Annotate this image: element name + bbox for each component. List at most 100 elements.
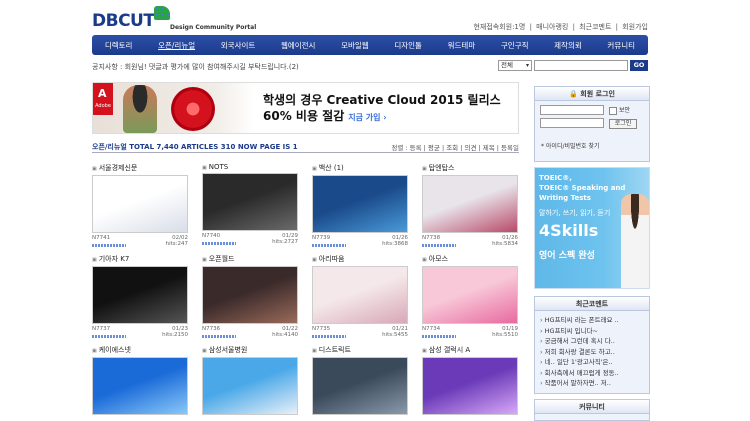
article-count: 오픈/리뉴얼 TOTAL 7,440 ARTICLES 310 NOW PAGE… — [92, 143, 298, 151]
top-link-signup[interactable]: 회원가입 — [622, 23, 648, 31]
notice-text[interactable]: 공지사항 : 회원님! 댓글과 평가에 많이 참여해주시길 부탁드립니다.(2) — [92, 62, 299, 72]
article-hits: hits:2150 — [162, 332, 188, 338]
recent-comment-item[interactable]: 네.. 일단 1'광고사직'은.. — [540, 357, 644, 368]
adobe-banner[interactable]: Adobe 학생의 경우 Creative Cloud 2015 릴리스 60%… — [92, 82, 519, 134]
search-scope-select[interactable]: 전체 — [498, 60, 532, 71]
search-go-button[interactable]: GO — [630, 60, 648, 71]
nav-item-foreign-sites[interactable]: 외국사이트 — [217, 38, 260, 53]
article-thumbnail[interactable] — [92, 175, 188, 233]
community-box: 커뮤니티 — [534, 398, 650, 421]
article-stats: hits:3868 — [312, 241, 408, 247]
article-card[interactable]: 서울경제신문 N7741 02/02 hits:247 — [92, 163, 188, 247]
nav-item-open-renewal[interactable]: 오픈/리뉴얼 — [154, 38, 199, 53]
rating-bar — [312, 243, 346, 247]
nav-item-design-tools[interactable]: 디자인툴 — [390, 38, 426, 53]
toeic-ad-banner[interactable]: TOEIC®, TOEIC® Speaking and Writing Test… — [534, 167, 650, 289]
nav-item-requests[interactable]: 제작의뢰 — [550, 38, 586, 53]
article-card[interactable]: 아모스 N7734 01/19 hits:5510 — [422, 254, 518, 338]
search-input[interactable] — [534, 60, 628, 71]
article-card[interactable]: 탑엔탑스 N7738 01/26 hits:5834 — [422, 163, 518, 247]
login-title: 🔒 회원 로그인 — [535, 87, 649, 101]
article-title[interactable]: 삼성 갤럭시 A — [422, 345, 518, 355]
recent-comment-item[interactable]: 회사측에서 매끄럽게 정동.. — [540, 368, 644, 379]
article-stats: hits:247 — [92, 241, 188, 247]
article-title[interactable]: 아모스 — [422, 254, 518, 264]
login-button[interactable]: 로그인 — [609, 119, 637, 129]
article-card[interactable]: 케이에스넷 — [92, 345, 188, 415]
article-card[interactable]: 백산 (1) N7739 01/26 hits:3868 — [312, 163, 408, 247]
page: DBCUT Design Community Portal 현재접속회원:1명 … — [88, 0, 650, 421]
article-title[interactable]: 디스트릭트 — [312, 345, 408, 355]
article-card[interactable]: 디스트릭트 — [312, 345, 408, 415]
article-thumbnail[interactable] — [312, 357, 408, 415]
article-title[interactable]: 탑엔탑스 — [422, 163, 518, 173]
username-field[interactable] — [540, 105, 604, 115]
recent-comment-item[interactable]: 작품어서 말하자면.. 저.. — [540, 378, 644, 389]
article-thumbnail[interactable] — [422, 175, 518, 233]
article-card[interactable]: NOTS N7740 01/29 hits:2727 — [202, 163, 298, 247]
recent-comment-item[interactable]: 저희 회사랑 결론도 하고.. — [540, 347, 644, 358]
top-links: 현재접속회원:1명 | 매니아랭킹 | 최근코멘트 | 회원가입 — [471, 22, 648, 32]
rating-bar — [422, 334, 456, 338]
nav-item-community[interactable]: 커뮤니티 — [603, 38, 639, 53]
article-title[interactable]: NOTS — [202, 163, 298, 171]
top-link-online[interactable]: 현재접속회원:1명 — [473, 23, 525, 31]
password-field[interactable] — [540, 118, 604, 128]
find-account-link[interactable]: * 아이디/비밀번호 찾기 — [541, 141, 600, 150]
rating-bar — [202, 334, 236, 338]
banner-line-1: 학생의 경우 Creative Cloud 2015 릴리스 — [263, 93, 501, 107]
article-thumbnail[interactable] — [422, 266, 518, 324]
article-title[interactable]: 서울경제신문 — [92, 163, 188, 173]
article-card[interactable]: 기아자 K7 N7737 01/23 hits:2150 — [92, 254, 188, 338]
nav-item-mobile-web[interactable]: 모바일웹 — [337, 38, 373, 53]
article-stats: hits:5455 — [312, 332, 408, 338]
sort-options[interactable]: 정렬 : 등록 | 평균 | 조회 | 의견 | 제목 | 등록일 — [391, 142, 519, 152]
list-header: 오픈/리뉴얼 TOTAL 7,440 ARTICLES 310 NOW PAGE… — [92, 139, 519, 153]
article-hits: hits:3868 — [382, 241, 408, 247]
article-thumbnail[interactable] — [312, 266, 408, 324]
banner-cta-link[interactable]: 지금 가입 › — [348, 113, 386, 122]
article-thumbnail[interactable] — [202, 357, 298, 415]
top-link-ranking[interactable]: 매니아랭킹 — [536, 23, 568, 31]
article-thumbnail[interactable] — [202, 266, 298, 324]
article-card[interactable]: 삼성 갤럭시 A — [422, 345, 518, 415]
nav-item-directory[interactable]: 디렉토리 — [101, 38, 137, 53]
logo-wordmark: DBCUT — [92, 11, 155, 31]
article-card[interactable]: 오픈월드 N7736 01/22 hits:4140 — [202, 254, 298, 338]
article-thumbnail[interactable] — [202, 173, 298, 231]
article-title[interactable]: 기아자 K7 — [92, 254, 188, 264]
article-card[interactable]: 아리따움 N7735 01/21 hits:5455 — [312, 254, 408, 338]
article-number: N7736 — [202, 326, 221, 332]
toeic-ad-line: TOEIC®, TOEIC® Speaking and Writing Test… — [539, 174, 626, 202]
article-title[interactable]: 삼성서울병원 — [202, 345, 298, 355]
nav-item-jobs[interactable]: 구인구직 — [497, 38, 533, 53]
nav-item-word-theme[interactable]: 워드테마 — [444, 38, 480, 53]
recent-comment-item[interactable]: HG프티씨 입니다~ — [540, 326, 644, 337]
article-title[interactable]: 백산 (1) — [312, 163, 408, 173]
recent-comment-item[interactable]: HG프티씨 라는 폰트래요 .. — [540, 315, 644, 326]
banner-model-image — [123, 85, 157, 133]
article-hits: hits:2727 — [272, 239, 298, 245]
recent-comments-box: 최근코멘트 HG프티씨 라는 폰트래요 .. HG프티씨 입니다~ 궁금해서 그… — [534, 296, 650, 394]
community-title: 커뮤니티 — [535, 399, 649, 414]
article-thumbnail[interactable] — [312, 175, 408, 233]
article-title[interactable]: 아리따움 — [312, 254, 408, 264]
recent-comment-item[interactable]: 궁금해서 그런데 혹시 다.. — [540, 336, 644, 347]
nav-item-web-agency[interactable]: 웹에이전시 — [277, 38, 320, 53]
toeic-ad-skills: 말하기, 쓰기, 읽기, 듣기 — [539, 209, 611, 217]
article-thumbnail[interactable] — [422, 357, 518, 415]
sidebar: 🔒 회원 로그인 보안 로그인 * 아이디/비밀번호 찾기 TOEIC®, TO… — [534, 86, 650, 421]
article-title[interactable]: 오픈월드 — [202, 254, 298, 264]
top-link-sep: | — [615, 23, 618, 31]
article-thumbnail[interactable] — [92, 266, 188, 324]
article-thumbnail[interactable] — [92, 357, 188, 415]
toeic-ad-model-image — [621, 194, 649, 288]
top-link-recent-comments[interactable]: 최근코멘트 — [579, 23, 611, 31]
article-grid: 서울경제신문 N7741 02/02 hits:247 NOTS N7740 0… — [92, 163, 519, 415]
article-card[interactable]: 삼성서울병원 — [202, 345, 298, 415]
banner-line-2: 60% 비용 절감 — [263, 109, 345, 123]
article-number: N7737 — [92, 326, 111, 332]
main-nav: 디렉토리 오픈/리뉴얼 외국사이트 웹에이전시 모바일웹 디자인툴 워드테마 구… — [92, 35, 648, 55]
security-checkbox[interactable]: 보안 — [609, 105, 630, 115]
article-title[interactable]: 케이에스넷 — [92, 345, 188, 355]
